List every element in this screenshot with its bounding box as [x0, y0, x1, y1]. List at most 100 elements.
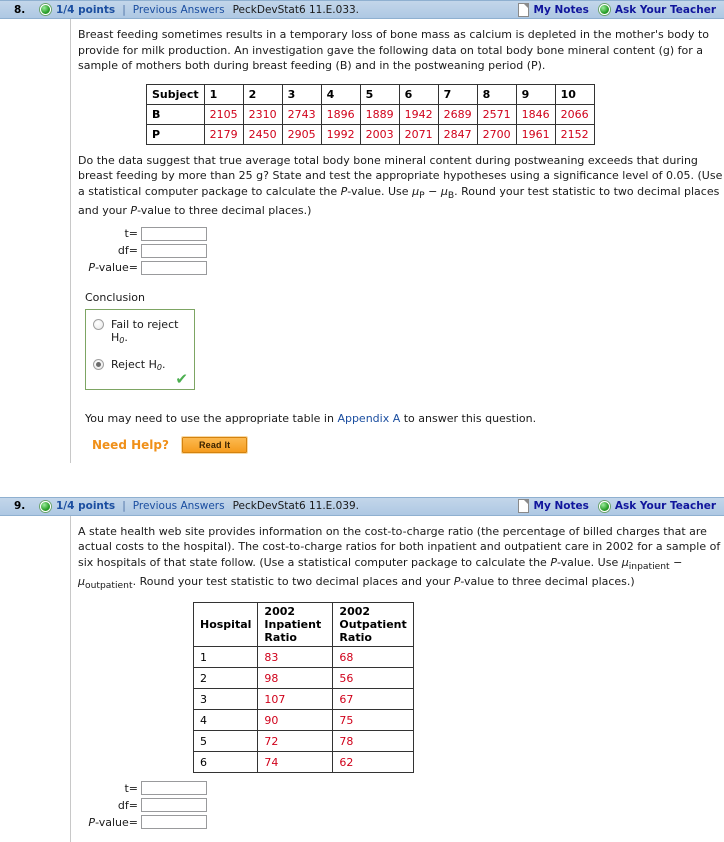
cell-p-2: 2450: [242, 123, 283, 145]
cost-to-charge-ratio-table: Hospital 2002 Inpatient Ratio 2002 Outpa…: [192, 602, 414, 774]
column-header-outpatient-ratio: 2002 Outpatient Ratio: [332, 602, 414, 648]
cell-b-10: 2066: [554, 103, 595, 125]
header-separator: |: [122, 500, 126, 513]
cell-b-9: 1846: [515, 103, 556, 125]
points-status-icon: [40, 4, 51, 15]
need-help-label: Need Help?: [92, 437, 169, 452]
cell-p-10: 2152: [554, 123, 595, 145]
table-row: P 2179 2450 2905 1992 2003 2071 2847 270…: [146, 123, 595, 145]
field-row-pvalue: P-value=: [78, 260, 723, 275]
cell-inpatient-1: 83: [257, 646, 334, 669]
radio-fail-to-reject-icon[interactable]: [93, 318, 104, 330]
header-actions: My Notes Ask Your Teacher: [517, 499, 719, 514]
table-row: 6 74 62: [192, 751, 414, 774]
my-notes-link[interactable]: My Notes: [534, 4, 589, 16]
field-row-t: t=: [78, 781, 723, 796]
cell-b-4: 1896: [320, 103, 361, 125]
cell-p-4: 1992: [320, 123, 361, 145]
cell-hospital-1: 1: [192, 646, 259, 669]
label-degrees-of-freedom: df=: [117, 244, 138, 258]
df-input[interactable]: [141, 243, 207, 258]
ask-teacher-icon: [598, 4, 610, 15]
question-number: 8.: [14, 3, 26, 16]
cell-hospital-6: 6: [192, 751, 259, 774]
header-actions: My Notes Ask Your Teacher: [517, 2, 719, 17]
cell-p-6: 2071: [398, 123, 439, 145]
df-input[interactable]: [141, 798, 207, 813]
table-row: 3 107 67: [192, 688, 414, 711]
appendix-note: You may need to use the appropriate tabl…: [85, 412, 723, 425]
t-statistic-input[interactable]: [141, 226, 207, 241]
cell-hospital-5: 5: [192, 730, 259, 753]
points-label: 1/4 points: [56, 500, 116, 513]
question-header-8: 8. 1/4 points | Previous Answers PeckDev…: [0, 0, 724, 19]
field-row-pvalue: P-value=: [78, 815, 723, 830]
appendix-note-before: You may need to use the appropriate tabl…: [85, 411, 338, 425]
cell-inpatient-4: 90: [257, 709, 334, 732]
cell-outpatient-4: 75: [332, 709, 414, 732]
cell-b-5: 1889: [359, 103, 400, 125]
cell-outpatient-2: 56: [332, 667, 414, 690]
points-label: 1/4 points: [56, 3, 116, 16]
cell-b-3: 2743: [281, 103, 322, 125]
table-header-row: Hospital 2002 Inpatient Ratio 2002 Outpa…: [192, 602, 414, 648]
question-separator-gap: [0, 463, 724, 497]
ask-teacher-icon: [598, 500, 610, 512]
green-checkmark-icon: ✔: [175, 369, 188, 388]
cell-inpatient-5: 72: [257, 730, 334, 753]
column-header-6: 6: [398, 83, 439, 105]
label-p-value: P-value=: [88, 261, 138, 275]
appendix-a-link[interactable]: Appendix A: [337, 412, 400, 425]
table-header-row: Subject 1 2 3 4 5 6 7 8 9 10: [146, 83, 595, 105]
column-header-3: 3: [281, 83, 322, 105]
note-page-icon: [517, 499, 529, 514]
cell-p-8: 2700: [476, 123, 517, 145]
read-it-button[interactable]: Read It: [180, 435, 249, 454]
question-prompt-task: Do the data suggest that true average to…: [78, 153, 723, 218]
column-header-1: 1: [203, 83, 244, 105]
answer-fields-9: t= df= P-value=: [78, 781, 723, 830]
cell-b-2: 2310: [242, 103, 283, 125]
cell-outpatient-5: 78: [332, 730, 414, 753]
conclusion-options-box: Fail to reject H0. Reject H0. ✔: [85, 308, 195, 390]
cell-b-7: 2689: [437, 103, 478, 125]
previous-answers-link[interactable]: Previous Answers: [133, 4, 225, 16]
question-number: 9.: [14, 500, 26, 513]
conclusion-option-fail-to-reject[interactable]: Fail to reject H0.: [93, 318, 187, 345]
cell-b-8: 2571: [476, 103, 517, 125]
question-code: PeckDevStat6 11.E.033.: [232, 3, 360, 16]
conclusion-option-label: Fail to reject H0.: [111, 317, 179, 345]
t-statistic-input[interactable]: [141, 781, 207, 796]
conclusion-heading: Conclusion: [85, 290, 145, 304]
question-block-8: 8. 1/4 points | Previous Answers PeckDev…: [0, 0, 724, 463]
p-value-input[interactable]: [141, 815, 207, 830]
question-prompt-intro: Breast feeding sometimes results in a te…: [78, 28, 710, 72]
p-value-input[interactable]: [141, 260, 207, 275]
column-header-8: 8: [476, 83, 517, 105]
ask-your-teacher-link[interactable]: Ask Your Teacher: [615, 500, 716, 512]
radio-reject-icon[interactable]: [93, 358, 104, 370]
column-header-9: 9: [515, 83, 556, 105]
cell-inpatient-6: 74: [257, 751, 334, 774]
note-page-icon: [517, 2, 529, 17]
question-block-9: 9. 1/4 points | Previous Answers PeckDev…: [0, 496, 724, 842]
question-body-9: A state health web site provides informa…: [70, 515, 723, 842]
column-header-hospital: Hospital: [192, 602, 259, 648]
cell-outpatient-3: 67: [332, 688, 414, 711]
column-header-inpatient-ratio: 2002 Inpatient Ratio: [257, 602, 334, 648]
my-notes-link[interactable]: My Notes: [534, 500, 589, 512]
cell-p-7: 2847: [437, 123, 478, 145]
ask-your-teacher-link[interactable]: Ask Your Teacher: [615, 4, 716, 16]
field-row-df: df=: [78, 798, 723, 813]
cell-p-9: 1961: [515, 123, 556, 145]
column-header-5: 5: [359, 83, 400, 105]
question-prompt-intro: A state health web site provides informa…: [78, 524, 721, 592]
question-body-8: Breast feeding sometimes results in a te…: [70, 19, 723, 463]
cell-p-5: 2003: [359, 123, 400, 145]
cell-b-6: 1942: [398, 103, 439, 125]
previous-answers-link[interactable]: Previous Answers: [133, 500, 225, 512]
conclusion-option-reject[interactable]: Reject H0.: [93, 358, 187, 372]
column-header-2: 2: [242, 83, 283, 105]
table-row: B 2105 2310 2743 1896 1889 1942 2689 257…: [146, 103, 595, 125]
label-t-statistic: t=: [124, 781, 138, 795]
